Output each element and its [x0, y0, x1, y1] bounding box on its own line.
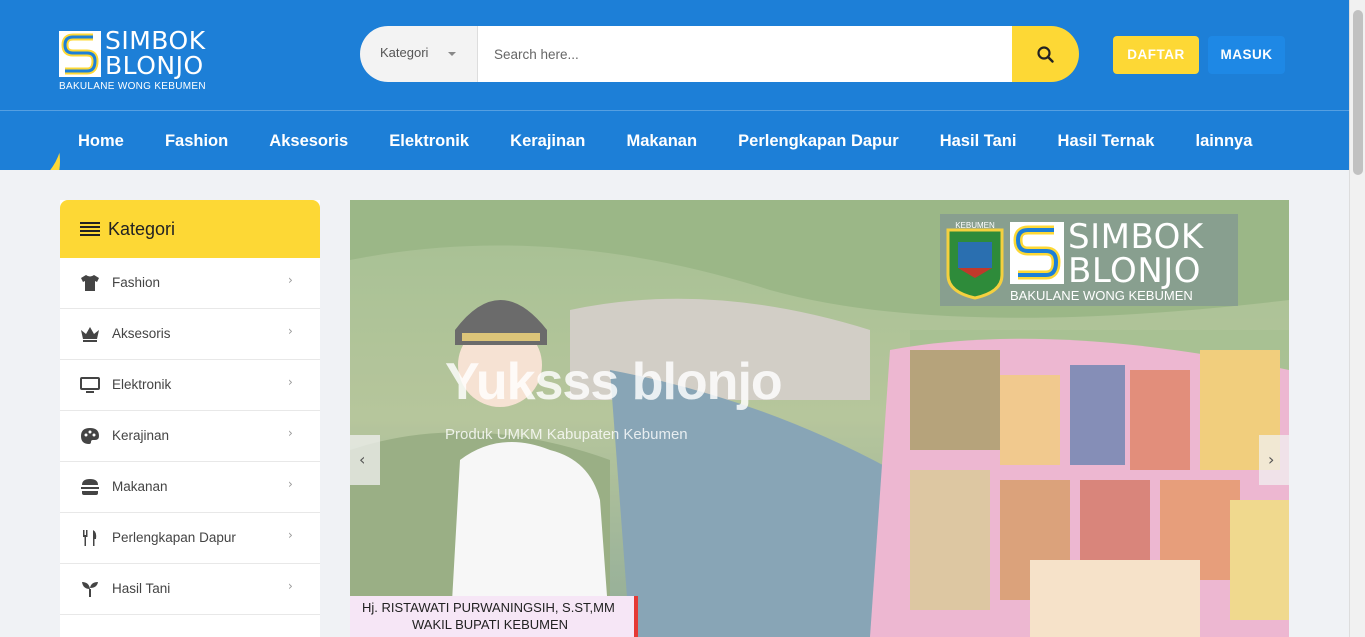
caption-name: Hj. RISTAWATI PURWANINGSIH, S.ST,MM — [362, 600, 615, 615]
burger-icon — [80, 478, 100, 496]
chevron-right-icon: › — [288, 579, 293, 593]
banner-subtitle: Produk UMKM Kabupaten Kebumen — [445, 426, 688, 443]
monitor-icon — [80, 376, 100, 394]
kebumen-crest-icon: KEBUMEN — [946, 221, 1004, 300]
sidebar-item-perlengkapan-dapur[interactable]: Perlengkapan Dapur › — [60, 513, 320, 564]
search-input[interactable] — [478, 26, 1012, 82]
site-header: SIMBOK BLONJO BAKULANE WONG KEBUMEN Kate… — [0, 0, 1349, 170]
sidebar-title: Kategori — [108, 219, 176, 239]
banner-brand-logo: KEBUMEN SIMBOK BLONJO BAKULANE WONG KEBU… — [940, 214, 1238, 306]
logo-mark-icon — [59, 31, 101, 77]
chevron-left-icon: ‹ — [359, 450, 366, 469]
nav-decoration — [0, 111, 60, 170]
chevron-right-icon: › — [288, 324, 293, 338]
search-icon — [1037, 46, 1054, 63]
shirt-icon — [80, 274, 100, 292]
nav-item-hasil-tani[interactable]: Hasil Tani — [940, 132, 1017, 151]
register-button[interactable]: DAFTAR — [1113, 36, 1199, 74]
logo-title-line2: BLONJO — [105, 51, 204, 80]
main-nav: Home Fashion Aksesoris Elektronik Keraji… — [78, 131, 1288, 153]
header-top-bar: SIMBOK BLONJO BAKULANE WONG KEBUMEN Kate… — [0, 0, 1349, 111]
category-sidebar: Kategori Fashion › Aksesoris › Elektroni… — [60, 200, 320, 637]
sidebar-item-label: Hasil Tani — [112, 581, 171, 596]
nav-item-perlengkapan-dapur[interactable]: Perlengkapan Dapur — [738, 132, 898, 151]
crown-icon — [80, 325, 100, 343]
sidebar-item-label: Perlengkapan Dapur — [112, 530, 236, 545]
sidebar-item-label: Elektronik — [112, 377, 172, 392]
page-scrollbar[interactable] — [1349, 0, 1365, 637]
nav-item-fashion[interactable]: Fashion — [165, 132, 228, 151]
slider-prev-button[interactable]: ‹ — [350, 435, 380, 485]
sidebar-header: Kategori — [60, 200, 320, 258]
nav-item-home[interactable]: Home — [78, 132, 124, 151]
logo-tagline: BAKULANE WONG KEBUMEN — [59, 81, 206, 92]
sidebar-item-makanan[interactable]: Makanan › — [60, 462, 320, 513]
banner-title: Yuksss blonjo — [445, 353, 783, 411]
sidebar-item-kerajinan[interactable]: Kerajinan › — [60, 411, 320, 462]
scrollbar-thumb[interactable] — [1353, 10, 1363, 175]
nav-item-lainnya[interactable]: lainnya — [1196, 132, 1253, 151]
nav-item-hasil-ternak[interactable]: Hasil Ternak — [1058, 132, 1155, 151]
seedling-icon — [80, 580, 100, 598]
sidebar-item-aksesoris[interactable]: Aksesoris › — [60, 309, 320, 360]
sidebar-item-label: Makanan — [112, 479, 168, 494]
banner-brand-title-line1: SIMBOK — [1068, 217, 1204, 257]
sidebar-item-label: Aksesoris — [112, 326, 171, 341]
search-category-label: Kategori — [380, 45, 429, 60]
sidebar-item-elektronik[interactable]: Elektronik › — [60, 360, 320, 411]
search-button[interactable] — [1012, 26, 1079, 82]
site-logo[interactable]: SIMBOK BLONJO BAKULANE WONG KEBUMEN — [59, 28, 224, 94]
banner-brand-title: SIMBOK BLONJO — [1068, 220, 1204, 288]
chevron-right-icon: › — [288, 273, 293, 287]
sidebar-item-label: Fashion — [112, 275, 161, 290]
nav-item-elektronik[interactable]: Elektronik — [389, 132, 469, 151]
menu-list-icon — [80, 222, 100, 237]
logo-title: SIMBOK BLONJO — [105, 28, 206, 78]
sidebar-item-label: Kerajinan — [112, 428, 170, 443]
chevron-right-icon: › — [288, 528, 293, 542]
search-bar: Kategori — [360, 26, 1079, 82]
sidebar-list: Fashion › Aksesoris › Elektronik › Keraj… — [60, 258, 320, 615]
nav-item-aksesoris[interactable]: Aksesoris — [269, 132, 348, 151]
caption-position: WAKIL BUPATI KEBUMEN — [412, 617, 569, 632]
chevron-right-icon: › — [1268, 450, 1275, 469]
palette-icon — [80, 427, 100, 445]
crest-text: KEBUMEN — [955, 221, 995, 230]
search-category-select[interactable]: Kategori — [360, 26, 478, 82]
login-button[interactable]: MASUK — [1208, 36, 1285, 74]
banner-logo-mark-icon — [1010, 222, 1064, 284]
utensils-icon — [80, 529, 100, 547]
chevron-right-icon: › — [288, 375, 293, 389]
nav-item-kerajinan[interactable]: Kerajinan — [510, 132, 585, 151]
banner-brand-title-line2: BLONJO — [1068, 251, 1202, 291]
banner-caption: Hj. RISTAWATI PURWANINGSIH, S.ST,MM WAKI… — [350, 596, 638, 637]
sidebar-item-fashion[interactable]: Fashion › — [60, 258, 320, 309]
logo-title-line1: SIMBOK — [105, 26, 206, 55]
nav-item-makanan[interactable]: Makanan — [626, 132, 697, 151]
hero-banner: KEBUMEN SIMBOK BLONJO BAKULANE WONG KEBU… — [350, 200, 1289, 637]
slider-next-button[interactable]: › — [1259, 435, 1289, 485]
banner-brand-tagline: BAKULANE WONG KEBUMEN — [1010, 288, 1193, 303]
chevron-down-icon — [448, 52, 456, 56]
chevron-right-icon: › — [288, 426, 293, 440]
sidebar-item-hasil-tani[interactable]: Hasil Tani › — [60, 564, 320, 615]
chevron-right-icon: › — [288, 477, 293, 491]
